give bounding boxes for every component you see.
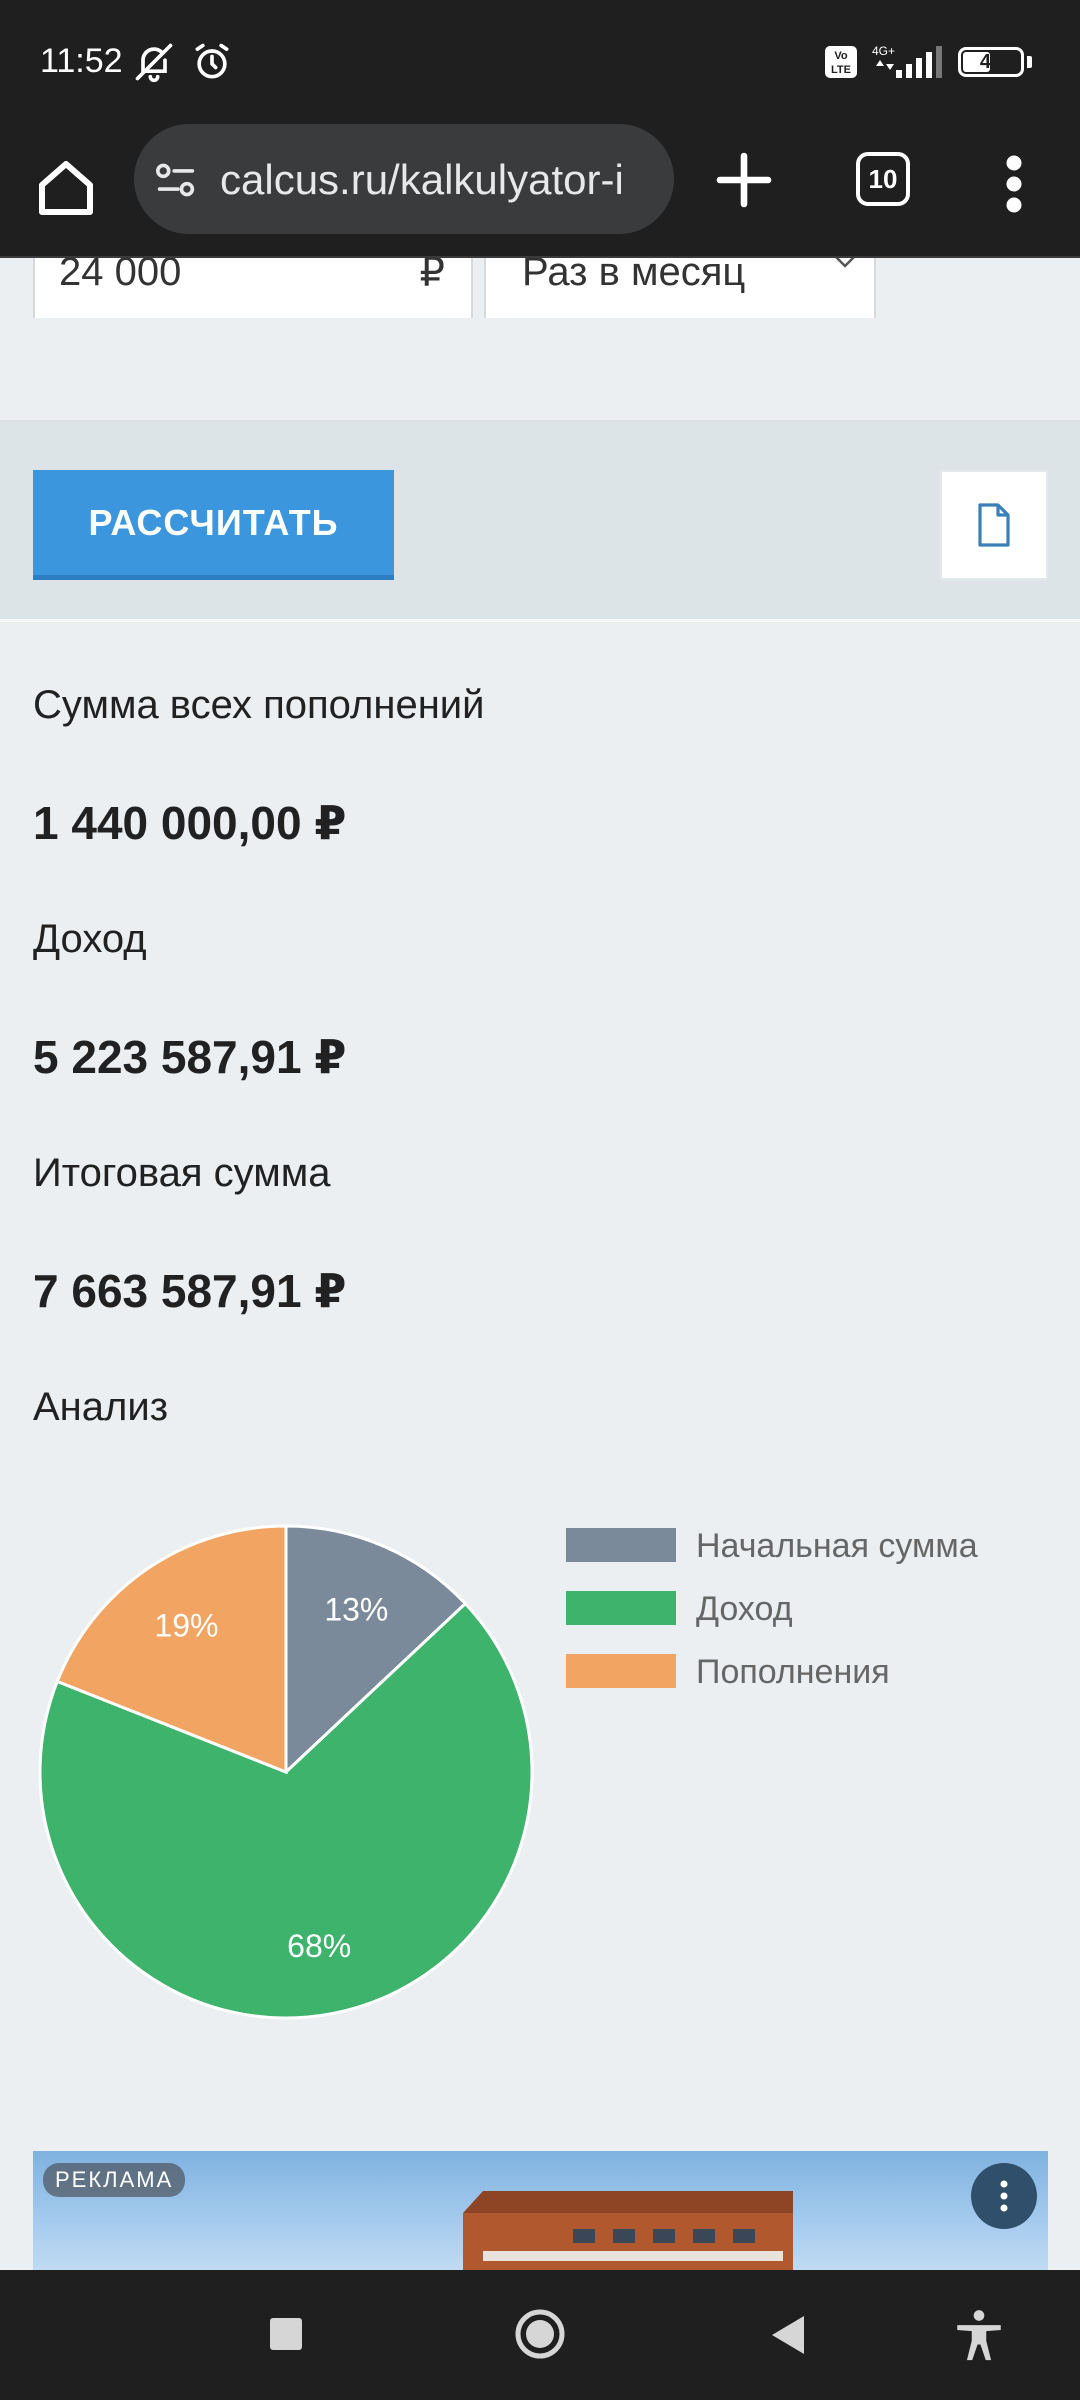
battery-level: 46 — [979, 50, 1003, 73]
total-sum-value: 7 663 587,91 ₽ — [33, 1265, 347, 1317]
page-content: 24 000 ₽ Раз в месяц РАССЧИТАТЬ Сумма вс… — [0, 258, 1080, 2270]
address-bar[interactable]: calcus.ru/kalkulyator-i — [134, 124, 674, 234]
accessibility-icon[interactable] — [950, 2306, 1008, 2366]
tab-switcher-button[interactable]: 10 — [856, 152, 910, 206]
total-sum-label: Итоговая сумма — [33, 1151, 331, 1195]
deposit-frequency-select[interactable]: Раз в месяц — [484, 258, 876, 318]
income-label: Доход — [33, 917, 147, 961]
analysis-pie-chart: 13% 68% 19% Начальная сумма Доход Пополнения — [38, 1524, 978, 2020]
pie-slice-label-0: 13% — [324, 1591, 388, 1627]
system-nav-bar — [0, 2270, 1080, 2400]
ad-image — [463, 2191, 793, 2270]
site-settings-icon[interactable] — [154, 160, 198, 200]
ad-label: РЕКЛАМА — [43, 2163, 186, 2197]
network-type-label: 4G+ — [872, 44, 895, 58]
url-text[interactable]: calcus.ru/kalkulyator-i — [220, 156, 660, 204]
currency-sign: ₽ — [419, 258, 445, 295]
document-button[interactable] — [940, 470, 1048, 580]
notifications-off-icon — [135, 43, 173, 83]
chevron-down-icon — [835, 258, 855, 268]
deposit-amount-value: 24 000 — [59, 258, 182, 294]
calculate-button[interactable]: РАССЧИТАТЬ — [33, 470, 394, 580]
status-right-icons: Vo LTE 4G+ 46 — [824, 44, 1032, 80]
home-nav-icon[interactable] — [514, 2308, 566, 2360]
legend-swatch-1 — [566, 1591, 676, 1625]
analysis-label: Анализ — [33, 1385, 169, 1429]
volte-icon: Vo LTE — [825, 46, 857, 78]
income-value: 5 223 587,91 ₽ — [33, 1031, 347, 1083]
ad-more-icon — [1000, 2180, 1008, 2212]
tab-count: 10 — [868, 163, 898, 194]
status-bar: 11:52 Vo LTE 4G+ 46 — [0, 0, 1080, 124]
form-row: 24 000 ₽ Раз в месяц — [0, 258, 1080, 318]
status-left-icons — [132, 40, 234, 84]
ad-banner[interactable]: РЕКЛАМА — [33, 2151, 1048, 2270]
status-time: 11:52 — [40, 42, 123, 80]
deposits-sum-value: 1 440 000,00 ₽ — [33, 797, 347, 849]
legend-swatch-0 — [566, 1528, 676, 1562]
more-menu-icon[interactable] — [996, 148, 1032, 220]
calculate-button-label: РАССЧИТАТЬ — [88, 501, 339, 543]
legend-label-1: Доход — [696, 1590, 793, 1628]
legend-swatch-2 — [566, 1654, 676, 1688]
legend-label-2: Пополнения — [696, 1653, 890, 1691]
browser-toolbar: calcus.ru/kalkulyator-i 10 — [0, 124, 1080, 258]
pie-slice-label-1: 68% — [287, 1928, 351, 1964]
pie-slice-label-2: 19% — [154, 1608, 218, 1644]
deposit-frequency-value: Раз в месяц — [522, 258, 746, 294]
legend-label-0: Начальная сумма — [696, 1527, 978, 1565]
svg-text:LTE: LTE — [831, 64, 851, 76]
recents-icon[interactable] — [268, 2316, 304, 2352]
action-band: РАССЧИТАТЬ — [0, 420, 1080, 622]
signal-icon: 4G+ — [872, 44, 942, 78]
deposits-sum-label: Сумма всех пополнений — [33, 683, 485, 727]
deposit-amount-input[interactable]: 24 000 ₽ — [33, 258, 473, 318]
battery-icon: 46 — [958, 47, 1024, 77]
svg-text:Vo: Vo — [834, 50, 848, 62]
ad-options-button[interactable] — [971, 2163, 1037, 2229]
home-icon[interactable] — [30, 152, 102, 224]
new-tab-icon[interactable] — [708, 144, 780, 216]
alarm-icon — [195, 43, 229, 79]
document-icon — [978, 503, 1010, 547]
back-icon[interactable] — [768, 2314, 808, 2356]
